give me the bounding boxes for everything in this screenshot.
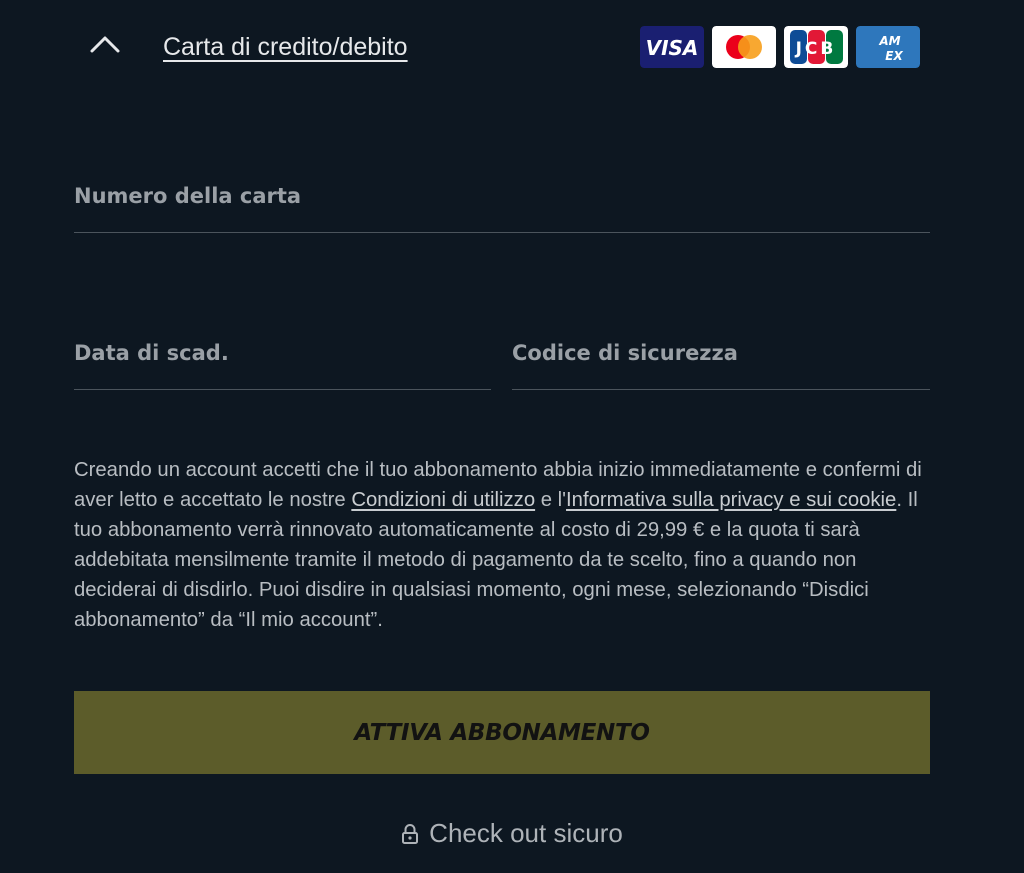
secure-checkout-label: Check out sicuro	[429, 818, 623, 848]
activate-subscription-button[interactable]: ATTIVA ABBONAMENTO	[74, 691, 930, 774]
privacy-policy-link[interactable]: Informativa sulla privacy e sui cookie	[566, 489, 896, 511]
legal-text-part2: e l'	[535, 489, 567, 511]
payment-method-title[interactable]: Carta di credito/debito	[163, 33, 408, 62]
card-number-input[interactable]	[74, 172, 934, 234]
jcb-logo-text: JCB	[795, 39, 837, 59]
security-code-input[interactable]	[512, 329, 934, 391]
lock-icon	[402, 823, 419, 844]
terms-of-use-link[interactable]: Condizioni di utilizzo	[351, 489, 535, 511]
amex-logo-icon: AM EX	[856, 26, 920, 68]
secure-checkout: Check out sicuro	[0, 818, 1024, 849]
jcb-logo-icon: JCB	[784, 26, 848, 68]
security-code-field[interactable]: Codice di sicurezza	[512, 329, 934, 391]
expiry-date-input[interactable]	[74, 329, 495, 391]
chevron-up-icon[interactable]	[88, 30, 122, 56]
legal-text: Creando un account accetti che il tuo ab…	[74, 455, 934, 635]
mastercard-logo-icon	[712, 26, 776, 68]
card-number-field[interactable]: Numero della carta	[74, 172, 934, 234]
svg-text:EX: EX	[885, 49, 903, 63]
expiry-date-field[interactable]: Data di scad.	[74, 329, 495, 391]
card-logos: VISA JCB AM EX	[640, 26, 920, 68]
visa-logo-icon: VISA	[640, 26, 704, 68]
svg-text:AM: AM	[878, 34, 900, 48]
payment-method-header: Carta di credito/debito VISA JCB AM EX	[0, 0, 1024, 100]
visa-logo-text: VISA	[646, 36, 699, 60]
